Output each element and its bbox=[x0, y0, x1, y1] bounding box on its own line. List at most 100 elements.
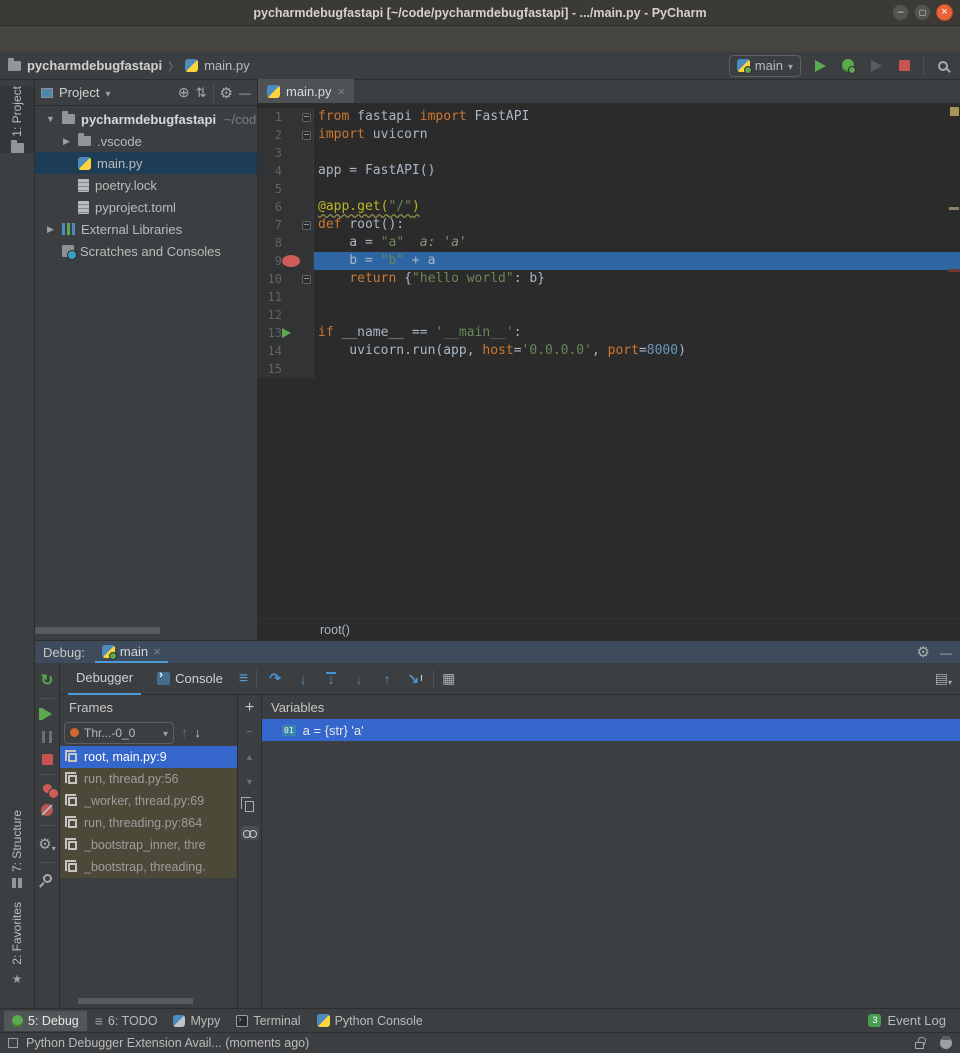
force-step-into-button[interactable] bbox=[321, 669, 341, 689]
duplicate-watch-button[interactable] bbox=[245, 801, 254, 812]
layout-settings-button[interactable] bbox=[935, 670, 952, 687]
close-icon[interactable] bbox=[153, 644, 161, 659]
code-text[interactable]: a = "a" a: 'a' bbox=[314, 234, 960, 252]
fold-marker-icon[interactable] bbox=[300, 270, 313, 288]
resume-button[interactable] bbox=[42, 708, 52, 720]
toolwindow-mypy[interactable]: Mypy bbox=[165, 1011, 228, 1031]
fold-marker-icon[interactable] bbox=[300, 126, 313, 144]
editor-gutter[interactable]: 3 bbox=[258, 144, 314, 162]
toolwindow-terminal[interactable]: Terminal bbox=[228, 1011, 308, 1031]
tree-arrow[interactable]: ▼ bbox=[45, 114, 56, 124]
editor-tab-main-py[interactable]: main.py bbox=[258, 79, 354, 103]
toolwindow-python-console[interactable]: Python Console bbox=[309, 1011, 431, 1031]
editor-gutter[interactable]: 7 bbox=[258, 216, 314, 234]
next-frame-button[interactable] bbox=[195, 725, 202, 740]
code-text[interactable]: return {"hello world": b} bbox=[314, 270, 960, 288]
step-into-button[interactable] bbox=[293, 669, 313, 689]
tree-item-pyproject-toml[interactable]: pyproject.toml bbox=[35, 196, 257, 218]
toolwindow-debug[interactable]: 5: Debug bbox=[4, 1011, 87, 1031]
step-out-button[interactable] bbox=[377, 669, 397, 689]
toggle-toolwindows-button[interactable] bbox=[8, 1038, 18, 1048]
editor-gutter[interactable]: 6 bbox=[258, 198, 314, 216]
tree-arrow[interactable]: ▶ bbox=[61, 136, 72, 147]
editor-gutter[interactable]: 1 bbox=[258, 108, 314, 126]
code-text[interactable]: if __name__ == '__main__': bbox=[314, 324, 960, 342]
tool-strip-structure-button[interactable]: 7: Structure bbox=[0, 810, 34, 888]
editor-gutter[interactable]: 14 bbox=[258, 342, 314, 360]
hide-panel-button[interactable] bbox=[239, 85, 251, 100]
chevron-down-icon[interactable] bbox=[105, 85, 110, 100]
editor-error-stripe[interactable] bbox=[948, 104, 960, 618]
locate-file-button[interactable] bbox=[178, 84, 190, 101]
code-text[interactable]: app = FastAPI() bbox=[314, 162, 960, 180]
editor-gutter[interactable]: 4 bbox=[258, 162, 314, 180]
fold-marker-icon[interactable] bbox=[300, 216, 313, 234]
minimize-button[interactable] bbox=[892, 4, 909, 21]
hide-panel-button[interactable] bbox=[940, 645, 952, 660]
project-panel-title[interactable]: Project bbox=[59, 85, 99, 100]
code-text[interactable]: @app.get("/") bbox=[314, 198, 960, 216]
breadcrumb-project[interactable]: pycharmdebugfastapi bbox=[27, 58, 162, 73]
editor-gutter[interactable]: 11 bbox=[258, 288, 314, 306]
code-text[interactable]: def root(): bbox=[314, 216, 960, 234]
frame-root-main-py[interactable]: root, main.py:9 bbox=[60, 746, 237, 768]
code-text[interactable] bbox=[314, 144, 960, 162]
frame-bootstrap[interactable]: _bootstrap, threading. bbox=[60, 856, 237, 878]
code-text[interactable]: uvicorn.run(app, host='0.0.0.0', port=80… bbox=[314, 342, 960, 360]
run-to-cursor-button[interactable] bbox=[405, 669, 425, 689]
show-watches-button[interactable] bbox=[241, 826, 259, 840]
frames-horizontal-scrollbar[interactable] bbox=[78, 998, 193, 1004]
breadcrumb-file[interactable]: main.py bbox=[204, 58, 250, 73]
tool-strip-project-button[interactable]: 1: Project bbox=[0, 86, 34, 153]
gear-icon[interactable] bbox=[220, 84, 233, 102]
pin-icon[interactable] bbox=[41, 872, 54, 885]
frame-worker-thread[interactable]: _worker, thread.py:69 bbox=[60, 790, 237, 812]
code-text[interactable]: b = "b" + a bbox=[314, 252, 960, 270]
mute-breakpoints-button[interactable] bbox=[41, 804, 53, 816]
frame-run-thread[interactable]: run, thread.py:56 bbox=[60, 768, 237, 790]
debug-button[interactable] bbox=[839, 57, 857, 75]
editor-gutter[interactable]: 9 bbox=[258, 252, 314, 270]
frame-run-threading[interactable]: run, threading.py:864 bbox=[60, 812, 237, 834]
close-icon[interactable] bbox=[338, 84, 346, 99]
frame-bootstrap-inner[interactable]: _bootstrap_inner, thre bbox=[60, 834, 237, 856]
fold-marker-icon[interactable] bbox=[300, 108, 313, 126]
editor-gutter[interactable]: 15 bbox=[258, 360, 314, 378]
stripe-breakpoint-marker[interactable] bbox=[948, 269, 960, 272]
tree-item-project-root[interactable]: ▼ pycharmdebugfastapi ~/code bbox=[35, 108, 257, 130]
tool-strip-favorites-button[interactable]: 2: Favorites bbox=[0, 902, 34, 986]
rerun-button[interactable] bbox=[41, 671, 54, 689]
collapse-all-button[interactable] bbox=[196, 85, 207, 101]
tree-item-poetry-lock[interactable]: poetry.lock bbox=[35, 174, 257, 196]
editor-gutter[interactable]: 8 bbox=[258, 234, 314, 252]
variable-row-a[interactable]: 01 a = {str} 'a' bbox=[262, 719, 960, 741]
search-everywhere-button[interactable] bbox=[934, 57, 952, 75]
tab-console[interactable]: Console bbox=[149, 663, 231, 695]
step-over-button[interactable] bbox=[265, 669, 285, 689]
inspections-profile-icon[interactable] bbox=[940, 1037, 952, 1049]
editor-gutter[interactable]: 5 bbox=[258, 180, 314, 198]
editor-gutter[interactable]: 10 bbox=[258, 270, 314, 288]
evaluate-expression-button[interactable] bbox=[442, 670, 455, 687]
code-text[interactable]: from fastapi import FastAPI bbox=[314, 108, 960, 126]
stop-button[interactable] bbox=[895, 57, 913, 75]
project-horizontal-scrollbar[interactable] bbox=[35, 627, 160, 634]
toolwindow-todo[interactable]: 6: TODO bbox=[87, 1011, 166, 1031]
status-message[interactable]: Python Debugger Extension Avail... (mome… bbox=[26, 1036, 309, 1050]
code-text[interactable] bbox=[314, 180, 960, 198]
tree-item-scratches[interactable]: Scratches and Consoles bbox=[35, 240, 257, 262]
maximize-button[interactable] bbox=[914, 4, 931, 21]
view-breakpoints-button[interactable] bbox=[43, 784, 52, 793]
tree-arrow[interactable]: ▶ bbox=[45, 224, 56, 235]
editor-gutter[interactable]: 12 bbox=[258, 306, 314, 324]
debug-settings-button[interactable] bbox=[38, 835, 55, 853]
lock-icon[interactable] bbox=[915, 1042, 924, 1049]
tree-item-external-libraries[interactable]: ▶ External Libraries bbox=[35, 218, 257, 240]
code-text[interactable]: import uvicorn bbox=[314, 126, 960, 144]
editor-gutter[interactable]: 13 bbox=[258, 324, 314, 342]
run-button[interactable] bbox=[811, 57, 829, 75]
threads-view-button[interactable] bbox=[239, 670, 248, 688]
tree-item-vscode[interactable]: ▶ .vscode bbox=[35, 130, 257, 152]
code-text[interactable] bbox=[314, 360, 960, 378]
stop-session-button[interactable] bbox=[42, 754, 53, 765]
